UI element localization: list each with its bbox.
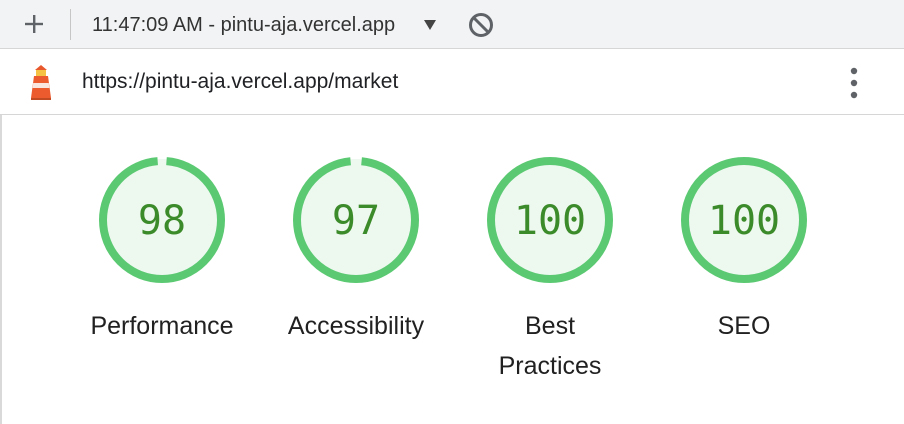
best-practices-label: Best Practices <box>457 306 643 386</box>
report-selector[interactable]: 11:47:09 AM - pintu-aja.vercel.app <box>92 12 442 38</box>
best-practices-gauge-ring: 100 <box>487 157 613 283</box>
performance-label: Performance <box>90 312 234 340</box>
kebab-menu-icon[interactable] <box>842 65 866 101</box>
accessibility-gauge-ring: 97 <box>293 157 419 283</box>
page-url[interactable]: https://pintu-aja.vercel.app/market <box>82 69 398 95</box>
seo-score: 100 <box>708 198 780 244</box>
accessibility-score: 97 <box>332 198 380 244</box>
caret-down-icon <box>424 20 436 30</box>
seo-gauge-ring: 100 <box>681 157 807 283</box>
seo-label: SEO <box>717 312 771 340</box>
gauge-best-practices[interactable]: 100 Best Practices <box>457 154 643 386</box>
report-title: 11:47:09 AM - pintu-aja.vercel.app <box>92 14 396 36</box>
best-practices-label-line2: Practices <box>498 352 602 380</box>
lighthouse-icon <box>31 65 51 100</box>
plus-icon[interactable] <box>22 12 46 36</box>
performance-score: 98 <box>138 198 186 244</box>
gauge-seo[interactable]: 100 SEO <box>651 154 837 346</box>
best-practices-label-line1: Best <box>524 312 576 340</box>
url-bar: https://pintu-aja.vercel.app/market <box>0 49 904 115</box>
gauge-accessibility[interactable]: 97 Accessibility <box>263 154 449 346</box>
accessibility-label: Accessibility <box>287 312 425 340</box>
best-practices-score: 100 <box>514 198 586 244</box>
performance-gauge-ring: 98 <box>99 157 225 283</box>
block-icon[interactable] <box>467 11 495 39</box>
report-toolbar: 11:47:09 AM - pintu-aja.vercel.app <box>0 0 904 49</box>
gauge-performance[interactable]: 98 Performance <box>69 154 255 346</box>
toolbar-divider <box>70 9 71 40</box>
